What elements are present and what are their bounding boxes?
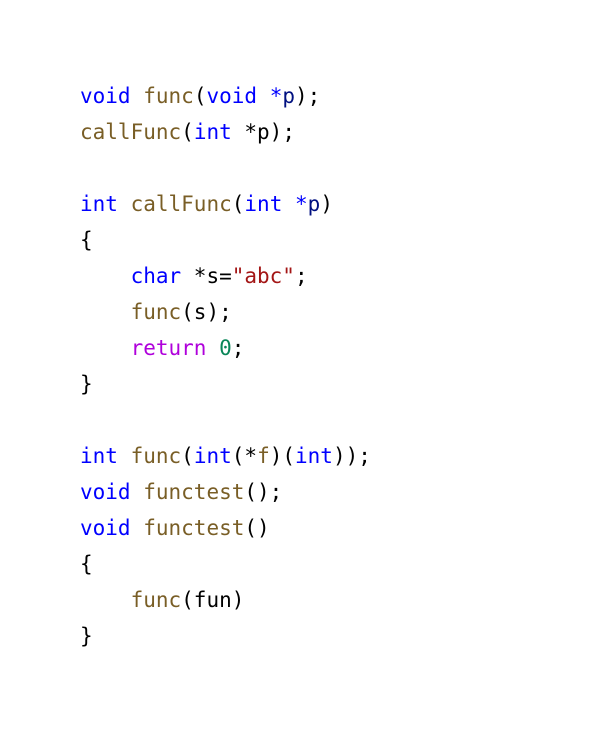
code-token-keyword: * xyxy=(269,84,283,108)
code-token-plain: ) xyxy=(320,192,333,216)
code-token-plain: )); xyxy=(332,444,371,468)
code-token-number: 0 xyxy=(219,336,232,360)
code-token-parameter: p xyxy=(282,84,296,108)
code-token-plain: (fun) xyxy=(181,588,245,612)
code-token-keyword: int xyxy=(193,444,232,468)
code-token-plain: (); xyxy=(244,480,283,504)
code-token-keyword: void xyxy=(206,84,258,108)
code-token-function: f xyxy=(257,444,270,468)
code-line: { xyxy=(80,546,580,582)
code-token-keyword: int xyxy=(193,120,232,144)
code-token-plain: () xyxy=(244,516,270,540)
code-token-control: return xyxy=(130,336,207,360)
code-token-function: callFunc xyxy=(80,120,182,144)
code-token-plain: ( xyxy=(181,444,194,468)
code-line: void functest() xyxy=(80,510,580,546)
code-token-plain: } xyxy=(80,624,93,648)
code-line: { xyxy=(80,222,580,258)
code-token-keyword: int xyxy=(295,444,333,468)
code-token-plain: } xyxy=(80,372,93,396)
code-token-function: func xyxy=(130,300,182,324)
code-token-function: functest xyxy=(143,516,245,540)
code-token-function: functest xyxy=(143,480,245,504)
code-token-function: func xyxy=(143,84,194,108)
code-token-keyword: void xyxy=(80,480,131,504)
code-token-plain: ; xyxy=(231,336,245,360)
code-token-string: "abc" xyxy=(231,264,295,288)
code-token-keyword: * xyxy=(295,192,308,216)
code-token-plain: { xyxy=(80,228,93,252)
code-token-function: callFunc xyxy=(130,192,232,216)
code-token-plain: *s= xyxy=(181,264,232,288)
code-token-keyword: void xyxy=(80,516,131,540)
code-line: int func(int(*f)(int)); xyxy=(80,438,580,474)
code-line: callFunc(int *p); xyxy=(80,114,580,150)
code-token-plain: )( xyxy=(269,444,296,468)
code-line: } xyxy=(80,366,580,402)
code-token-keyword: char xyxy=(130,264,182,288)
code-token-plain: { xyxy=(80,552,93,576)
code-line: func(s); xyxy=(80,294,580,330)
code-token-plain: ( xyxy=(181,120,194,144)
code-line: char *s="abc"; xyxy=(80,258,580,294)
code-line: void func(void *p); xyxy=(80,78,580,114)
code-block: void func(void *p); callFunc(int *p); int … xyxy=(80,78,580,654)
code-token-plain: (* xyxy=(231,444,258,468)
code-token-function: func xyxy=(130,444,182,468)
code-token-keyword: int xyxy=(80,192,118,216)
code-token-plain: (s); xyxy=(181,300,232,324)
code-token-plain: *p); xyxy=(231,120,295,144)
code-token-parameter: p xyxy=(307,192,321,216)
code-line: int callFunc(int *p) xyxy=(80,186,580,222)
code-line: } xyxy=(80,618,580,654)
code-line: func(fun) xyxy=(80,582,580,618)
code-token-plain: ; xyxy=(294,264,308,288)
code-line: void functest(); xyxy=(80,474,580,510)
code-token-keyword: int xyxy=(244,192,283,216)
code-line: return 0; xyxy=(80,330,580,366)
code-token-keyword: void xyxy=(80,84,131,108)
code-token-keyword: int xyxy=(80,444,118,468)
code-token-plain: ( xyxy=(231,192,245,216)
code-token-plain: ); xyxy=(295,84,321,108)
code-token-function: func xyxy=(130,588,182,612)
code-token-plain: ( xyxy=(193,84,207,108)
